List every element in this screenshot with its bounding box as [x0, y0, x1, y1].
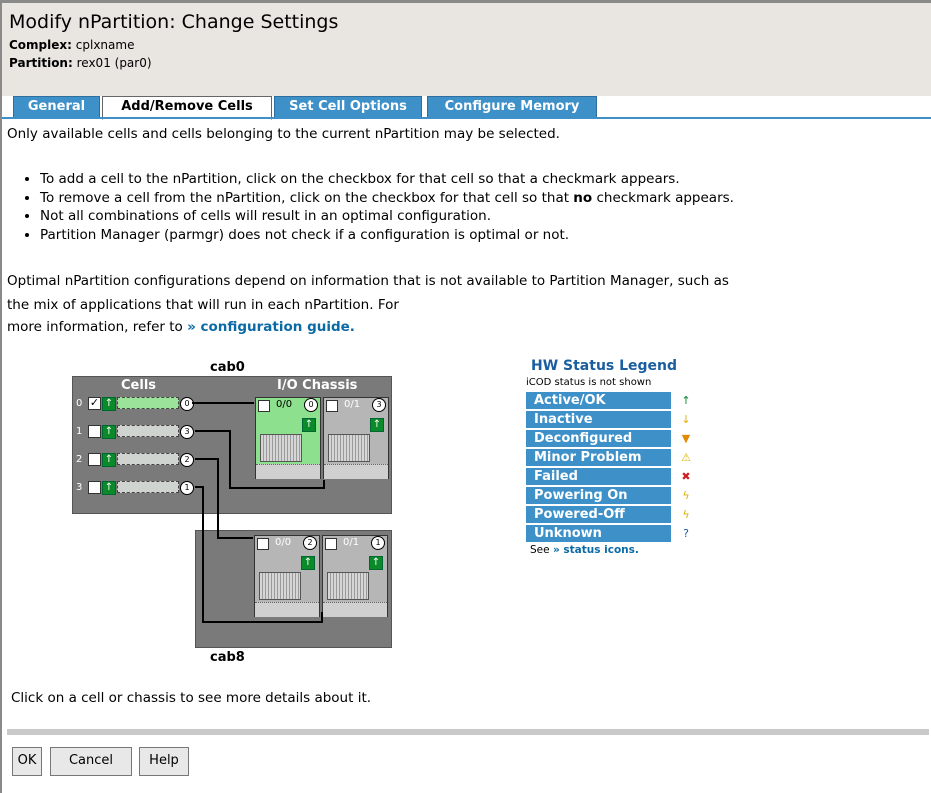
powered-off-icon: ϟ	[673, 507, 699, 522]
help-button[interactable]: Help	[139, 747, 189, 776]
legend-item: Unknown?	[526, 525, 699, 542]
legend-item: Active/OK ↑	[526, 392, 699, 409]
cell-chassis-connections	[192, 402, 325, 623]
legend-item-label: Powering On	[526, 487, 671, 504]
legend-item: Minor Problem ⚠	[526, 449, 699, 466]
legend-item-label: Unknown	[526, 525, 671, 542]
legend-item: Powered-Off ϟ	[526, 506, 699, 523]
ok-button[interactable]: OK	[12, 747, 42, 776]
legend-see: See » status icons.	[530, 544, 639, 556]
connector-line	[195, 486, 323, 623]
divider	[7, 729, 929, 735]
legend-item-label: Deconfigured	[526, 430, 671, 447]
active-ok-icon: ↑	[673, 393, 699, 408]
cancel-button[interactable]: Cancel	[50, 747, 132, 776]
status-icons-link[interactable]: » status icons.	[553, 544, 639, 556]
legend-item-label: Inactive	[526, 411, 671, 428]
legend-title: HW Status Legend	[531, 358, 678, 374]
legend-item-label: Failed	[526, 468, 671, 485]
inactive-icon: ↓	[673, 412, 699, 427]
powering-on-icon: ϟ	[673, 488, 699, 503]
legend-item-label: Minor Problem	[526, 449, 671, 466]
deconfigured-icon: ▼	[673, 431, 699, 446]
footer-hint: Click on a cell or chassis to see more d…	[11, 690, 372, 706]
unknown-icon: ?	[673, 526, 699, 541]
legend-item: Deconfigured ▼	[526, 430, 699, 447]
minor-problem-icon: ⚠	[673, 450, 699, 465]
legend-item-label: Active/OK	[526, 392, 671, 409]
legend-subtitle: iCOD status is not shown	[526, 377, 652, 388]
legend-item-label: Powered-Off	[526, 506, 671, 523]
legend-item: Failed ✖	[526, 468, 699, 485]
legend-see-prefix: See	[530, 544, 553, 556]
failed-icon: ✖	[673, 469, 699, 484]
legend-item: Powering On ϟ	[526, 487, 699, 504]
legend-item: Inactive ↓	[526, 411, 699, 428]
